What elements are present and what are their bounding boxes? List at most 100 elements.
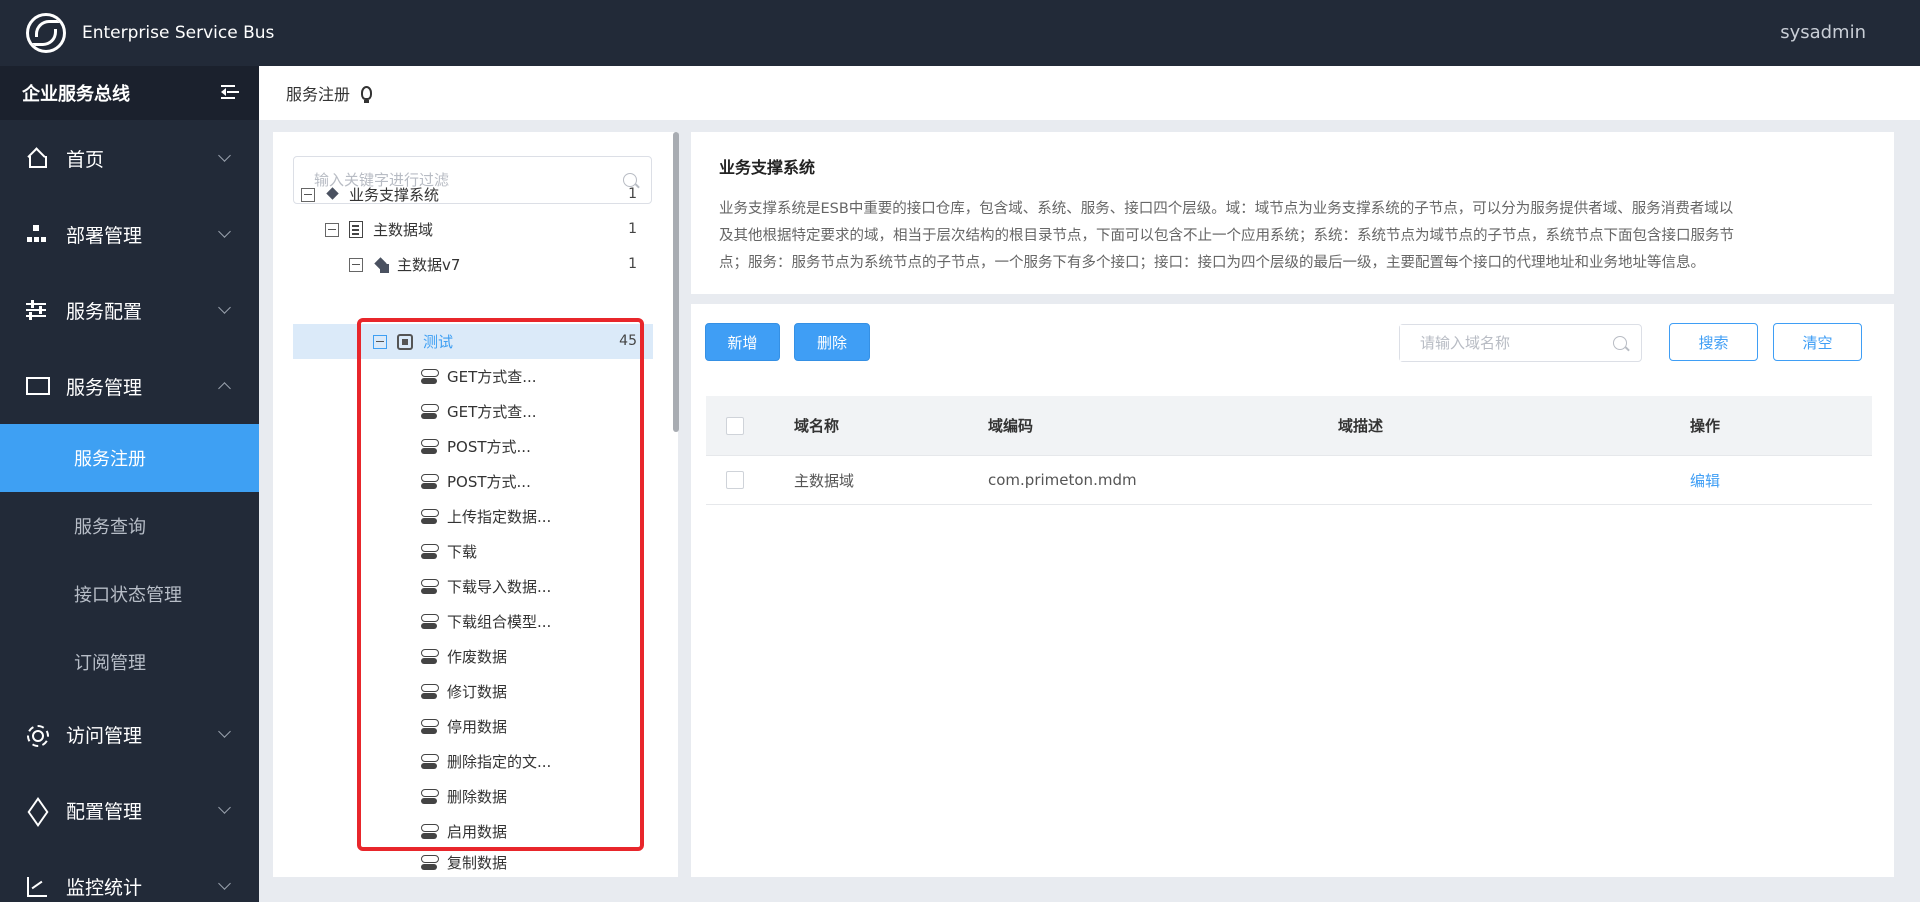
delete-button[interactable]: 删除 bbox=[794, 323, 870, 361]
collapse-icon[interactable] bbox=[349, 257, 363, 272]
column-header-name: 域名称 bbox=[794, 417, 840, 435]
sidebar-item-label: 部署管理 bbox=[66, 224, 143, 247]
tree-node-count: 45 bbox=[619, 333, 637, 349]
chevron-down-icon bbox=[218, 225, 231, 238]
tree-leaf-interface[interactable]: GET方式查... bbox=[421, 394, 537, 429]
chevron-up-icon bbox=[218, 382, 231, 395]
cube-icon bbox=[325, 187, 341, 203]
tree-leaf-interface[interactable]: 下载导入数据... bbox=[421, 569, 551, 604]
tree-leaf-interface[interactable]: 复制数据 bbox=[421, 848, 507, 877]
sidebar-item-label: 服务管理 bbox=[66, 376, 143, 399]
interface-icon bbox=[421, 854, 439, 871]
description-line: 点；服务：服务节点为系统节点的子节点，一个服务下有多个接口；接口：接口为四个层级… bbox=[719, 255, 1705, 271]
sidebar-item-deploy[interactable]: 部署管理 bbox=[0, 196, 259, 272]
user-menu[interactable]: sysadmin bbox=[1780, 22, 1866, 43]
tree-node-count: 1 bbox=[628, 256, 637, 272]
interface-icon bbox=[421, 683, 439, 700]
gear-icon bbox=[26, 724, 49, 747]
collapse-icon[interactable] bbox=[325, 222, 339, 237]
sidebar-subitem-interface-status[interactable]: 接口状态管理 bbox=[0, 560, 259, 628]
box-icon bbox=[26, 800, 46, 820]
sidebar-item-label: 首页 bbox=[66, 148, 105, 171]
sidebar-item-service-config[interactable]: 服务配置 bbox=[0, 272, 259, 348]
tree-leaf-interface[interactable]: 删除指定的文... bbox=[421, 744, 551, 779]
cell-name: 主数据域 bbox=[794, 471, 855, 490]
interface-icon bbox=[421, 508, 439, 525]
sidebar-item-access[interactable]: 访问管理 bbox=[0, 696, 259, 772]
chart-icon bbox=[26, 876, 47, 897]
add-button[interactable]: 新增 bbox=[705, 323, 780, 361]
logo-icon bbox=[26, 13, 66, 53]
app-title: Enterprise Service Bus bbox=[82, 23, 275, 43]
tree-leaf-interface[interactable]: 作废数据 bbox=[421, 639, 507, 674]
tree-leaf-label: 停用数据 bbox=[447, 718, 508, 736]
cell-code: com.primeton.mdm bbox=[988, 471, 1137, 489]
lightbulb-icon[interactable] bbox=[361, 86, 373, 103]
description-line: 业务支撑系统是ESB中重要的接口仓库，包含域、系统、服务、接口四个层级。域：域节… bbox=[719, 201, 1734, 217]
tree-panel: 业务支撑系统 1 主数据域 1 主数据v7 1 测试 45 GET方式查... … bbox=[273, 132, 678, 877]
chevron-down-icon bbox=[218, 801, 231, 814]
sidebar-subitem-subscription[interactable]: 订阅管理 bbox=[0, 628, 259, 696]
tree-scrollbar[interactable] bbox=[673, 132, 679, 432]
sidebar-item-label: 配置管理 bbox=[66, 800, 143, 823]
sidebar-item-config[interactable]: 配置管理 bbox=[0, 772, 259, 848]
tree-leaf-label: GET方式查... bbox=[447, 368, 537, 386]
select-all-checkbox[interactable] bbox=[726, 416, 744, 435]
sidebar-subitem-register[interactable]: 服务注册 bbox=[0, 424, 259, 492]
description-title: 业务支撑系统 bbox=[719, 158, 816, 177]
domain-list-card: 新增 删除 搜索 清空 域名称 域编码 域描述 操作 主数据域 com.prim… bbox=[691, 304, 1894, 877]
interface-icon bbox=[421, 403, 439, 420]
column-header-ops: 操作 bbox=[1690, 417, 1721, 435]
interface-icon bbox=[421, 543, 439, 560]
tree-node-root[interactable]: 业务支撑系统 1 bbox=[301, 177, 653, 212]
clear-button[interactable]: 清空 bbox=[1773, 323, 1862, 361]
interface-icon bbox=[421, 823, 439, 840]
table-row: 主数据域 com.primeton.mdm 编辑 bbox=[706, 456, 1872, 505]
sidebar-subitem-query[interactable]: 服务查询 bbox=[0, 492, 259, 560]
tree-leaf-label: 删除指定的文... bbox=[447, 753, 552, 771]
description-card: 业务支撑系统 业务支撑系统是ESB中重要的接口仓库，包含域、系统、服务、接口四个… bbox=[691, 132, 1894, 294]
tree-leaf-interface[interactable]: GET方式查... bbox=[421, 359, 537, 394]
interface-icon bbox=[421, 613, 439, 630]
tree-leaf-label: POST方式... bbox=[447, 473, 531, 491]
interface-icon bbox=[421, 368, 439, 385]
sliders-icon bbox=[26, 300, 46, 320]
tree-node-label: 测试 bbox=[423, 333, 454, 351]
interface-icon bbox=[421, 753, 439, 770]
tree-leaf-label: 下载 bbox=[447, 543, 478, 561]
interface-icon bbox=[421, 648, 439, 665]
row-checkbox[interactable] bbox=[726, 471, 744, 489]
tree-leaf-interface[interactable]: 启用数据 bbox=[421, 814, 507, 849]
edit-link[interactable]: 编辑 bbox=[1690, 470, 1720, 491]
tree-leaf-interface[interactable]: 停用数据 bbox=[421, 709, 507, 744]
tree-node-system[interactable]: 主数据v7 1 bbox=[349, 247, 653, 282]
tree-leaf-interface[interactable]: 下载 bbox=[421, 534, 477, 569]
tree-node-service[interactable]: 测试 45 bbox=[373, 324, 653, 359]
tree-leaf-interface[interactable]: POST方式... bbox=[421, 429, 531, 464]
tree-leaf-interface[interactable]: POST方式... bbox=[421, 464, 531, 499]
tree-node-label: 业务支撑系统 bbox=[349, 186, 440, 204]
collapse-menu-icon[interactable] bbox=[221, 83, 241, 101]
domain-search-input[interactable] bbox=[1400, 325, 1600, 361]
tree-node-domain[interactable]: 主数据域 1 bbox=[325, 212, 653, 247]
sidebar-title: 企业服务总线 bbox=[22, 84, 130, 105]
tree-leaf-interface[interactable]: 下载组合模型... bbox=[421, 604, 551, 639]
search-button[interactable]: 搜索 bbox=[1669, 323, 1758, 361]
sidebar-item-monitor[interactable]: 监控统计 bbox=[0, 848, 259, 902]
interface-icon bbox=[421, 438, 439, 455]
description-text: 业务支撑系统是ESB中重要的接口仓库，包含域、系统、服务、接口四个层级。域：域节… bbox=[719, 196, 1866, 277]
sidebar-item-label: 监控统计 bbox=[66, 876, 143, 899]
tree-leaf-interface[interactable]: 修订数据 bbox=[421, 674, 507, 709]
tree-leaf-interface[interactable]: 上传指定数据... bbox=[421, 499, 551, 534]
sidebar-item-service-manage[interactable]: 服务管理 bbox=[0, 348, 259, 424]
monitor-icon bbox=[26, 376, 50, 396]
tree-node-count: 1 bbox=[628, 186, 637, 202]
tree-node-count: 1 bbox=[628, 221, 637, 237]
collapse-icon[interactable] bbox=[373, 334, 387, 349]
tree-leaf-interface[interactable]: 删除数据 bbox=[421, 779, 507, 814]
interface-icon bbox=[421, 578, 439, 595]
sidebar-item-home[interactable]: 首页 bbox=[0, 120, 259, 196]
org-icon bbox=[26, 224, 46, 244]
collapse-icon[interactable] bbox=[301, 187, 315, 202]
tree-leaf-label: 删除数据 bbox=[447, 788, 508, 806]
